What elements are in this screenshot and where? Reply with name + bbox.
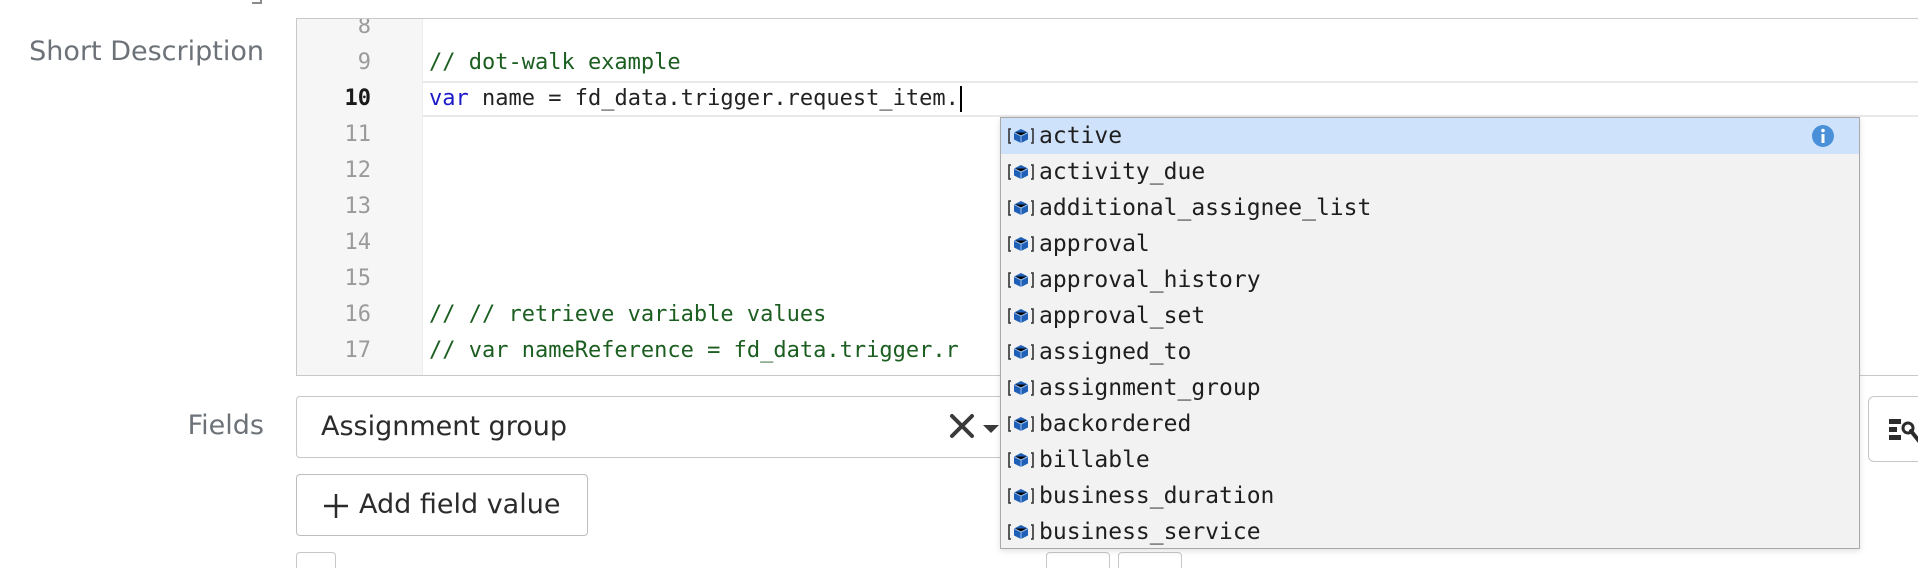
autocomplete-item-label: backordered <box>1039 411 1192 437</box>
autocomplete-item[interactable]: activity_due <box>1001 154 1859 190</box>
line-number: 17 <box>344 338 372 363</box>
autocomplete-item[interactable]: business_duration <box>1001 478 1859 514</box>
field-cube-icon <box>1008 416 1034 432</box>
partial-control-edge <box>296 552 336 568</box>
code-comment: // // retrieve variable values <box>429 302 827 327</box>
line-number: 16 <box>344 302 372 327</box>
field-cube-icon <box>1008 308 1034 324</box>
clear-icon[interactable] <box>945 409 979 443</box>
autocomplete-item-label: approval_set <box>1039 303 1206 329</box>
autocomplete-item[interactable]: backordered <box>1001 406 1859 442</box>
field-cube-icon <box>1008 380 1034 396</box>
field-cube-icon <box>1008 128 1034 144</box>
autocomplete-item[interactable]: assignment_group <box>1001 370 1859 406</box>
field-cube-icon <box>1008 164 1034 180</box>
fields-label: Fields <box>187 410 264 441</box>
field-cube-icon <box>1008 236 1034 252</box>
autocomplete-item[interactable]: active <box>1001 118 1859 154</box>
field-cube-icon <box>1008 452 1034 468</box>
line-number: 8 <box>357 18 371 39</box>
autocomplete-item[interactable]: additional_assignee_list <box>1001 190 1859 226</box>
autocomplete-item-label: business_service <box>1039 519 1261 545</box>
info-icon[interactable] <box>1811 124 1835 148</box>
autocomplete-item[interactable]: business_service <box>1001 514 1859 548</box>
partial-control-edge <box>1046 552 1110 568</box>
code-comment: // var nameReference = fd_data.trigger.r <box>429 338 959 363</box>
autocomplete-item-label: approval <box>1039 231 1150 257</box>
line-number: 14 <box>344 230 372 255</box>
autocomplete-item-label: approval_history <box>1039 267 1261 293</box>
code-line-current[interactable]: var name = fd_data.trigger.request_item. <box>423 81 1918 117</box>
autocomplete-item-label: billable <box>1039 447 1150 473</box>
partial-control-edge <box>1118 552 1182 568</box>
autocomplete-item[interactable]: approval_set <box>1001 298 1859 334</box>
autocomplete-item-label: business_duration <box>1039 483 1275 509</box>
autocomplete-dropdown[interactable]: active activity_due additional_assignee_… <box>1000 117 1860 549</box>
autocomplete-item[interactable]: approval_history <box>1001 262 1859 298</box>
field-cube-icon <box>1008 200 1034 216</box>
field-cube-icon <box>1008 524 1034 540</box>
autocomplete-item-label: active <box>1039 123 1123 149</box>
code-text: fd_data.trigger.request_item. <box>574 86 959 111</box>
autocomplete-item-label: assigned_to <box>1039 339 1192 365</box>
code-text: name = <box>468 86 575 111</box>
autocomplete-item-label: assignment_group <box>1039 375 1261 401</box>
line-number: 15 <box>344 266 372 291</box>
fields-select[interactable]: Assignment group <box>296 396 1016 458</box>
line-number: 13 <box>344 194 372 219</box>
add-field-value-button[interactable]: Add field value <box>296 474 588 536</box>
top-partial-field-edge <box>252 0 262 4</box>
line-number: 12 <box>344 158 372 183</box>
field-cube-icon <box>1008 344 1034 360</box>
plus-icon <box>324 494 348 518</box>
autocomplete-item[interactable]: billable <box>1001 442 1859 478</box>
line-number: 9 <box>357 50 371 75</box>
add-field-value-label: Add field value <box>359 489 561 520</box>
autocomplete-item[interactable]: assigned_to <box>1001 334 1859 370</box>
autocomplete-item-label: activity_due <box>1039 159 1206 185</box>
short-description-label: Short Description <box>29 36 264 67</box>
field-cube-icon <box>1008 272 1034 288</box>
fields-selected-value: Assignment group <box>321 411 567 442</box>
chevron-down-icon[interactable] <box>981 423 1001 435</box>
field-cube-icon <box>1008 488 1034 504</box>
text-cursor <box>959 86 962 112</box>
code-comment: // dot-walk example <box>429 50 681 75</box>
autocomplete-item[interactable]: approval <box>1001 226 1859 262</box>
line-number: 11 <box>344 122 372 147</box>
autocomplete-item-label: additional_assignee_list <box>1039 195 1372 221</box>
line-number-current: 10 <box>344 86 372 111</box>
data-pill-picker-icon <box>1889 419 1918 443</box>
code-keyword: var <box>429 86 469 111</box>
code-line[interactable]: // dot-walk example <box>423 45 1918 81</box>
data-pill-picker-button[interactable] <box>1868 396 1918 462</box>
